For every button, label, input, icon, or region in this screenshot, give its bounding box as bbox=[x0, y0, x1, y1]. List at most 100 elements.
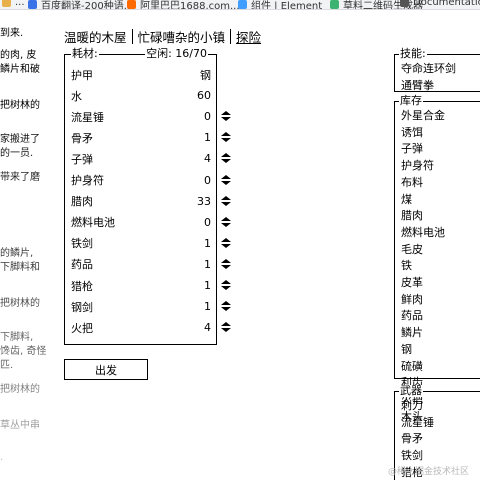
store-item: 药品 bbox=[401, 309, 423, 323]
decrease-arrow-icon[interactable] bbox=[221, 117, 231, 122]
decrease-arrow-icon[interactable] bbox=[221, 138, 231, 143]
bookmark-item[interactable]: 阿里巴巴1688.com... bbox=[127, 0, 240, 9]
event-log-line: 下脚料和 bbox=[0, 262, 40, 273]
store-item: 煤 bbox=[401, 192, 412, 206]
outfit-item-quantity: 0 bbox=[204, 215, 211, 229]
quantity-stepper bbox=[221, 258, 235, 270]
decrease-arrow-icon[interactable] bbox=[221, 286, 231, 290]
quantity-stepper bbox=[221, 195, 235, 207]
quantity-stepper bbox=[221, 321, 235, 333]
outfit-row: 燃料电池 0 bbox=[71, 212, 211, 233]
location-tab-village[interactable]: 忙碌嘈杂的小镇 bbox=[138, 27, 226, 46]
bookmark-item[interactable]: ... bbox=[2, 0, 25, 8]
bookmark-item[interactable]: 百度翻译-200种语... bbox=[28, 0, 133, 9]
increase-arrow-icon[interactable] bbox=[221, 280, 231, 284]
bookmark-favicon-icon bbox=[330, 0, 339, 9]
embark-button[interactable]: 出发 bbox=[64, 359, 148, 380]
outfit-item-quantity: 1 bbox=[204, 131, 211, 145]
outfit-item-quantity: 4 bbox=[204, 321, 211, 335]
location-separator bbox=[131, 29, 133, 44]
bookmark-favicon-icon bbox=[127, 0, 136, 9]
decrease-arrow-icon[interactable] bbox=[221, 159, 231, 164]
decrease-arrow-icon[interactable] bbox=[221, 201, 231, 206]
store-item: 腊肉 bbox=[401, 209, 423, 223]
event-log-line: 下脚料, bbox=[0, 332, 34, 343]
decrease-arrow-icon[interactable] bbox=[221, 264, 231, 269]
store-item: 子弹 bbox=[401, 142, 423, 156]
skills-title: 技能: bbox=[399, 47, 427, 60]
event-log-line: 鳞片和破 bbox=[0, 64, 40, 75]
event-log-line: 馋齿, 奇怪 bbox=[0, 346, 47, 357]
store-item: 钢 bbox=[401, 342, 412, 356]
outfit-row: 腊肉 33 bbox=[71, 191, 211, 212]
outfit-item-quantity: 0 bbox=[204, 110, 211, 124]
outfit-item-quantity: 1 bbox=[204, 236, 211, 250]
bookmark-label: Documentation bbox=[413, 0, 480, 8]
outfit-row: 火把 4 bbox=[71, 317, 211, 338]
outfit-item-quantity: 1 bbox=[204, 300, 211, 314]
increase-arrow-icon[interactable] bbox=[221, 237, 231, 242]
store-item: 毛皮 bbox=[401, 242, 423, 256]
event-log-line: 把树林的 bbox=[0, 298, 40, 309]
increase-arrow-icon[interactable] bbox=[221, 153, 231, 158]
outfit-item-name: 火把 bbox=[71, 321, 93, 335]
bookmark-favicon-icon bbox=[238, 0, 247, 9]
outfit-item-quantity: 33 bbox=[197, 194, 211, 208]
quantity-stepper bbox=[221, 237, 235, 249]
store-item: 硫磺 bbox=[401, 359, 423, 373]
event-log-line: . bbox=[0, 452, 4, 463]
event-log-line: 的鳞片, bbox=[0, 248, 34, 259]
outfit-row: 骨矛 1 bbox=[71, 127, 211, 148]
location-tab-room[interactable]: 温暖的木屋 bbox=[64, 27, 127, 46]
quantity-stepper bbox=[221, 174, 235, 186]
outfit-item-name: 猎枪 bbox=[71, 279, 93, 293]
stores-title: 库存 bbox=[399, 94, 423, 107]
store-item: 外星合金 bbox=[401, 109, 445, 122]
event-log-line: 到来. bbox=[0, 28, 24, 39]
outfit-row: 药品 1 bbox=[71, 254, 211, 275]
store-item: 鳞片 bbox=[401, 326, 423, 340]
increase-arrow-icon[interactable] bbox=[221, 174, 231, 179]
quantity-stepper bbox=[221, 216, 235, 228]
weapon-item: 骨矛 bbox=[401, 432, 423, 446]
outfit-item-quantity: 钢 bbox=[200, 68, 211, 82]
quantity-stepper bbox=[221, 131, 235, 143]
bookmark-favicon-icon bbox=[2, 0, 11, 7]
store-item: 燃料电池 bbox=[401, 225, 445, 239]
outfit-item-name: 子弹 bbox=[71, 152, 93, 166]
increase-arrow-icon[interactable] bbox=[221, 195, 231, 200]
increase-arrow-icon[interactable] bbox=[221, 216, 231, 221]
bookmark-item[interactable]: Documentation bbox=[400, 0, 480, 8]
decrease-arrow-icon[interactable] bbox=[221, 328, 231, 333]
quantity-stepper bbox=[221, 300, 235, 312]
skills-panel: 技能: 夺命连环剑 通臂拳 bbox=[394, 48, 480, 92]
location-separator bbox=[230, 29, 232, 44]
decrease-arrow-icon[interactable] bbox=[221, 243, 231, 248]
outfit-item-name: 腊肉 bbox=[71, 195, 93, 209]
bookmark-item[interactable]: 组件 | Element bbox=[238, 0, 322, 9]
increase-arrow-icon[interactable] bbox=[221, 111, 231, 116]
skill-item: 通臂拳 bbox=[401, 78, 434, 92]
quantity-stepper bbox=[221, 279, 235, 291]
event-log-line: 的肉, 皮 bbox=[0, 50, 37, 61]
outfit-item-name: 流星锤 bbox=[71, 110, 104, 124]
event-log-line: 带来了磨 bbox=[0, 172, 40, 183]
increase-arrow-icon[interactable] bbox=[221, 132, 231, 137]
location-tab-explore[interactable]: 探险 bbox=[236, 27, 261, 46]
weapon-item: 流星锤 bbox=[401, 415, 434, 429]
increase-arrow-icon[interactable] bbox=[221, 322, 231, 327]
weapons-title: 武器 bbox=[399, 384, 423, 397]
event-log-line: 的一员. bbox=[0, 148, 34, 159]
increase-arrow-icon[interactable] bbox=[221, 301, 231, 306]
outfit-row: 护身符 0 bbox=[71, 170, 211, 191]
outfit-title: 耗材: bbox=[71, 47, 99, 60]
outfit-item-quantity: 60 bbox=[197, 89, 211, 103]
bookmark-favicon-icon bbox=[28, 0, 37, 9]
decrease-arrow-icon[interactable] bbox=[221, 307, 231, 312]
outfit-item-name: 药品 bbox=[71, 258, 93, 272]
decrease-arrow-icon[interactable] bbox=[221, 222, 231, 227]
bookmark-label: ... bbox=[15, 0, 25, 8]
outfit-item-name: 骨矛 bbox=[71, 131, 93, 145]
increase-arrow-icon[interactable] bbox=[221, 258, 231, 263]
decrease-arrow-icon[interactable] bbox=[221, 180, 231, 185]
